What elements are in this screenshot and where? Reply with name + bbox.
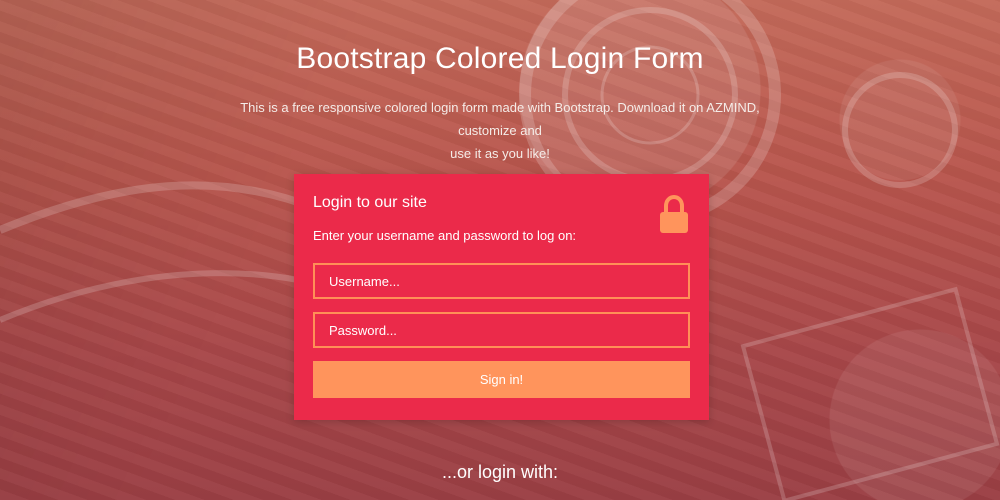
sign-in-button[interactable]: Sign in! (313, 361, 690, 398)
username-input[interactable] (315, 265, 688, 297)
page-subtitle: This is a free responsive colored login … (220, 96, 780, 165)
subtitle-line-1: This is a free responsive colored login … (240, 100, 760, 138)
password-field[interactable] (313, 312, 690, 348)
alternate-login-label: ...or login with: (441, 462, 559, 482)
subtitle-line-2: use it as you like! (450, 146, 550, 161)
login-card-description: Enter your username and password to log … (313, 228, 577, 243)
login-card: Login to our site Enter your username an… (294, 174, 709, 420)
login-card-title: Login to our site (313, 194, 427, 211)
password-input[interactable] (315, 314, 688, 346)
page-title: Bootstrap Colored Login Form (296, 42, 704, 75)
lock-icon (660, 194, 688, 233)
login-page-background: Bootstrap Colored Login Form This is a f… (0, 0, 1000, 500)
username-field[interactable] (313, 263, 690, 299)
